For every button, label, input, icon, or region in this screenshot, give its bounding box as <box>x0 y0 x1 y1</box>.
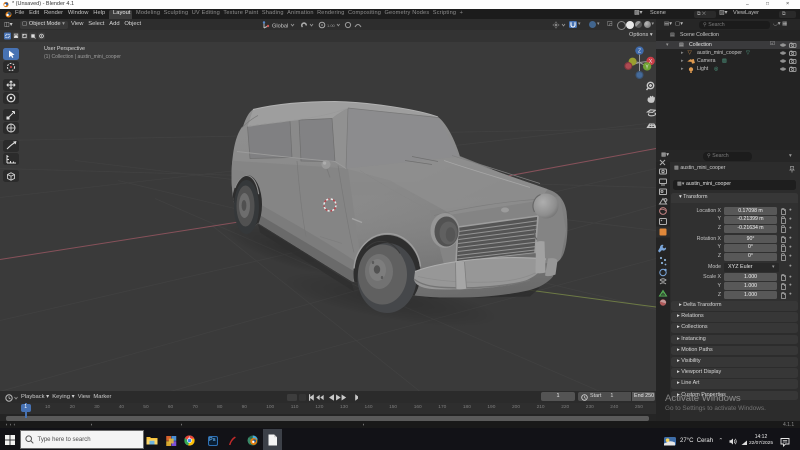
svg-text:Global: Global <box>272 24 288 30</box>
svg-text:1.00: 1.00 <box>327 23 336 28</box>
svg-text:Z: Z <box>638 49 641 55</box>
